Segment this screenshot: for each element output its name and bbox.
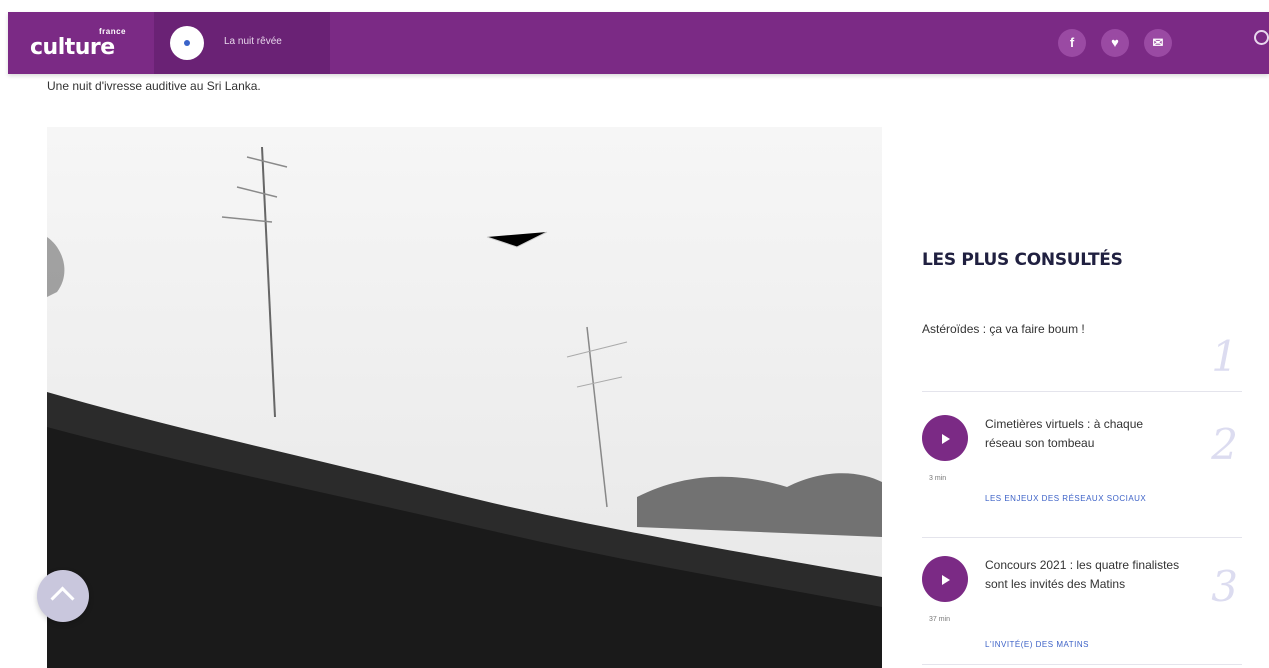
logo-main-text: culture bbox=[30, 35, 115, 60]
item-duration: 3 min bbox=[929, 475, 947, 482]
item-divider bbox=[922, 537, 1242, 538]
scroll-to-top-button[interactable] bbox=[37, 570, 89, 622]
play-icon bbox=[942, 434, 950, 444]
item-title[interactable]: Astéroïdes : ça va faire boum ! bbox=[922, 320, 1182, 339]
item-play-button[interactable] bbox=[922, 415, 968, 461]
most-read-item[interactable]: 37 min Concours 2021 : les quatre finali… bbox=[922, 540, 1242, 665]
item-divider bbox=[922, 664, 1242, 665]
most-read-item[interactable]: 3 min Cimetières virtuels : à chaque rés… bbox=[922, 395, 1242, 538]
item-title[interactable]: Cimetières virtuels : à chaque réseau so… bbox=[985, 415, 1165, 453]
most-read-item[interactable]: Astéroïdes : ça va faire boum ! 1 bbox=[922, 310, 1242, 392]
twitter-icon: ♥ bbox=[1111, 35, 1119, 50]
item-play-button[interactable] bbox=[922, 556, 968, 602]
article-hero-image bbox=[47, 127, 882, 668]
facebook-share-button[interactable]: f bbox=[1058, 29, 1086, 57]
most-read-heading: LES PLUS CONSULTÉS bbox=[922, 250, 1123, 270]
rank-number: 2 bbox=[1211, 420, 1238, 469]
audio-player: La nuit rêvée bbox=[154, 12, 330, 74]
email-share-button[interactable]: ✉ bbox=[1144, 29, 1172, 57]
item-category-link[interactable]: L'INVITÉ(E) DES MATINS bbox=[985, 639, 1165, 651]
top-navigation-bar: france culture La nuit rêvée f ♥ ✉ bbox=[8, 12, 1269, 74]
play-button[interactable] bbox=[170, 26, 204, 60]
arrow-up-icon bbox=[50, 586, 75, 611]
article-subtitle: Une nuit d'ivresse auditive au Sri Lanka… bbox=[47, 79, 261, 93]
play-icon bbox=[184, 40, 190, 46]
twitter-share-button[interactable]: ♥ bbox=[1101, 29, 1129, 57]
france-culture-logo[interactable]: france culture bbox=[30, 26, 140, 60]
mail-icon: ✉ bbox=[1152, 35, 1164, 50]
search-icon[interactable] bbox=[1254, 30, 1269, 45]
item-title[interactable]: Concours 2021 : les quatre finalistes so… bbox=[985, 556, 1195, 594]
player-program-label[interactable]: La nuit rêvée bbox=[224, 36, 282, 47]
rank-number: 3 bbox=[1211, 562, 1238, 611]
item-divider bbox=[922, 391, 1242, 392]
play-icon bbox=[942, 575, 950, 585]
item-category-link[interactable]: LES ENJEUX DES RÉSEAUX SOCIAUX bbox=[985, 493, 1165, 505]
item-duration: 37 min bbox=[929, 616, 951, 623]
rank-number: 1 bbox=[1211, 332, 1238, 381]
misty-hillside-photo bbox=[47, 127, 882, 668]
facebook-icon: f bbox=[1069, 35, 1075, 50]
